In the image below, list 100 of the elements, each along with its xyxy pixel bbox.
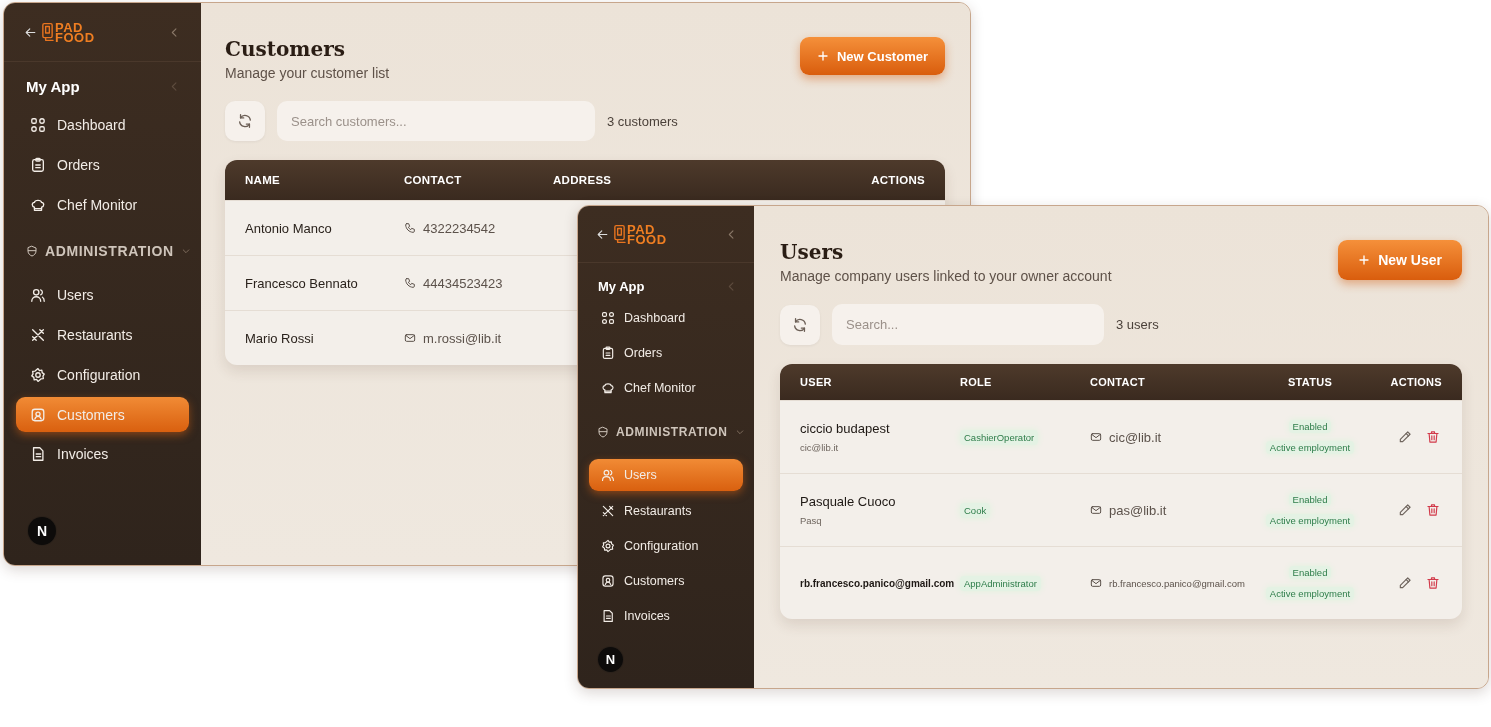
contact-text: pas@lib.it [1109, 502, 1167, 518]
shield-icon [597, 426, 609, 438]
count-text: 3 customers [607, 113, 678, 129]
pencil-icon [1398, 430, 1412, 444]
nav-item[interactable]: Configuration [16, 355, 189, 395]
section-header[interactable]: ADMINISTRATION [16, 227, 189, 275]
nav-item[interactable]: Customers [589, 563, 743, 598]
gear-icon [30, 367, 46, 383]
user-name: Pasquale Cuoco [800, 494, 896, 509]
pencil-icon [1398, 576, 1412, 590]
column-header: ACTIONS [871, 174, 925, 186]
plus-icon [816, 50, 829, 62]
role-badge: CashierOperator [960, 429, 1039, 445]
column-header: ACTIONS [1389, 376, 1442, 388]
contact-card-icon [601, 573, 615, 588]
logo[interactable]: PAD FOOD [613, 223, 667, 245]
mail-icon [404, 332, 416, 344]
section-header[interactable]: ADMINISTRATION [589, 407, 743, 457]
name-text: Mario Rossi [245, 330, 314, 346]
utensils-icon [601, 503, 615, 518]
users-icon [601, 468, 615, 482]
app-title: My App [598, 279, 645, 294]
tablet-icon [41, 21, 54, 43]
status-badge: Active employment [1265, 587, 1355, 600]
page-title: Users [780, 239, 845, 266]
avatar[interactable]: N [28, 517, 56, 545]
logo-text: FOOD [627, 233, 667, 245]
delete-button[interactable] [1424, 428, 1442, 446]
document-icon [601, 608, 615, 623]
search-field[interactable]: Search customers... [277, 101, 595, 141]
name-text: Antonio Manco [245, 220, 332, 236]
nav-item[interactable]: Dashboard [16, 105, 189, 145]
logo-text: FOOD [55, 31, 95, 43]
column-header: CONTACT [404, 174, 463, 186]
utensils-icon [30, 327, 46, 343]
contact-card-icon [30, 406, 46, 423]
search-field[interactable]: Search... [832, 304, 1104, 345]
column-header: NAME [245, 174, 282, 186]
nav-item[interactable]: Users [16, 275, 189, 315]
refresh-icon [237, 113, 253, 129]
delete-button[interactable] [1424, 501, 1442, 519]
clipboard-icon [30, 157, 46, 173]
status-badge: Enabled [1288, 566, 1332, 579]
document-icon [30, 446, 46, 462]
page-subtitle: Manage company users linked to your owner account [780, 268, 1112, 284]
clipboard-icon [601, 345, 615, 360]
tablet-icon [613, 223, 626, 245]
refresh-button[interactable] [225, 101, 265, 141]
column-header: USER [800, 376, 833, 388]
logo-text: PAD [55, 21, 83, 33]
back-arrow-icon[interactable] [596, 227, 609, 241]
pencil-icon [1398, 503, 1412, 517]
column-header: STATUS [1286, 376, 1334, 388]
chef-hat-icon [601, 380, 615, 395]
nav-item[interactable]: Orders [589, 335, 743, 370]
column-header: ADDRESS [553, 174, 613, 186]
username-text: cic@lib.it [800, 442, 839, 453]
chef-hat-icon [30, 197, 46, 213]
grid-icon [601, 310, 615, 325]
refresh-icon [792, 316, 808, 333]
trash-icon [1426, 430, 1440, 444]
contact-text: cic@lib.it [1109, 429, 1162, 445]
nav-item[interactable]: Invoices [16, 434, 189, 474]
trash-icon [1426, 503, 1440, 517]
name-text: Francesco Bennato [245, 275, 358, 291]
status-badge: Active employment [1265, 514, 1355, 527]
nav-item[interactable]: Restaurants [16, 315, 189, 355]
nav-item[interactable]: Chef Monitor [589, 370, 743, 405]
mail-icon [1090, 431, 1102, 443]
shield-icon [26, 245, 38, 257]
users-icon [30, 287, 46, 303]
plus-icon [1358, 254, 1371, 266]
contact-text: 4322234542 [423, 220, 496, 236]
column-header: CONTACT [1090, 376, 1147, 388]
nav-item[interactable]: Chef Monitor [16, 185, 189, 225]
status-badge: Enabled [1288, 420, 1332, 433]
refresh-button[interactable] [780, 304, 820, 345]
nav-item[interactable]: Orders [16, 145, 189, 185]
logo[interactable]: PAD FOOD [41, 21, 95, 43]
page-title: Customers [225, 36, 346, 63]
user-name: ciccio budapest [800, 421, 890, 436]
nav-item[interactable]: Configuration [589, 528, 743, 563]
column-header: ROLE [960, 376, 993, 388]
status-badge: Active employment [1265, 441, 1355, 454]
username-text: Pasq [800, 515, 822, 526]
status-badge: Enabled [1288, 493, 1332, 506]
user-name: rb.francesco.panico@gmail.com [800, 577, 955, 589]
contact-text: 44434523423 [423, 275, 503, 291]
gear-icon [601, 538, 615, 553]
nav-item[interactable]: Dashboard [589, 300, 743, 335]
delete-button[interactable] [1424, 574, 1442, 592]
phone-icon [404, 277, 416, 289]
role-badge: Cook [960, 502, 991, 518]
nav-item[interactable]: Invoices [589, 598, 743, 633]
avatar[interactable]: N [598, 647, 623, 672]
contact-text: rb.francesco.panico@gmail.com [1109, 577, 1245, 589]
nav-item[interactable]: Restaurants [589, 493, 743, 528]
back-arrow-icon[interactable] [24, 25, 37, 39]
mail-icon [1090, 577, 1102, 589]
logo-text: PAD [627, 223, 655, 235]
